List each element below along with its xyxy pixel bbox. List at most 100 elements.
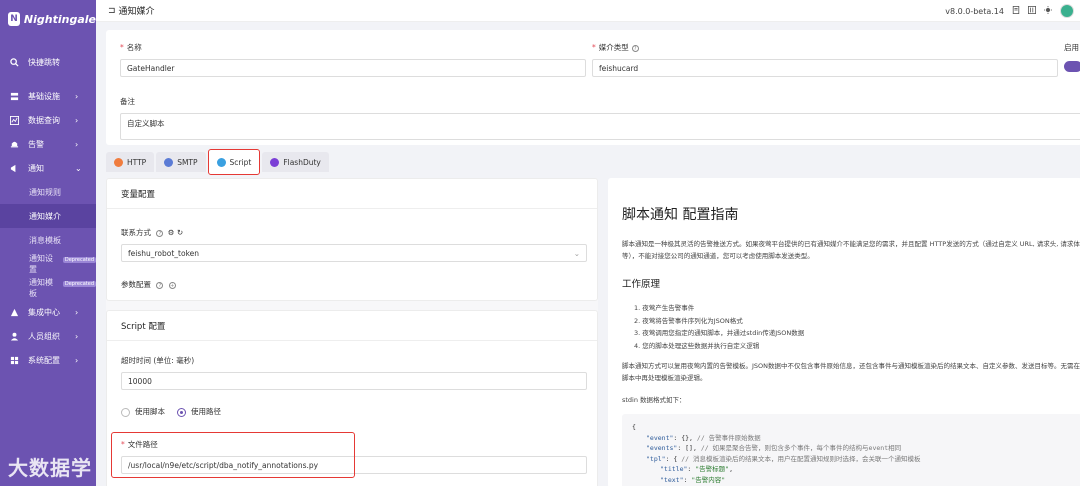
chevron-right-icon: › (75, 139, 79, 149)
sidebar-item-label: 通知媒介 (29, 211, 61, 221)
section-title: Script 配置 (107, 311, 597, 341)
sidebar-subitem-notify-templates[interactable]: 通知模板 Deprecated (0, 276, 96, 300)
contact-label: 联系方式 ? ⚙ ↻ (121, 228, 184, 237)
guide-title: 脚本通知 配置指南 (622, 207, 739, 223)
chevron-down-icon: ⌄ (573, 248, 580, 258)
sidebar-item-quick-jump[interactable]: 快捷跳转 (0, 50, 96, 74)
plugin-icon (10, 308, 19, 317)
chevron-down-icon: ⌄ (75, 163, 82, 173)
sidebar-item-notify[interactable]: 通知 ⌄ (0, 156, 96, 180)
refresh-icon[interactable]: ↻ (177, 228, 183, 237)
tab-label: Script (229, 157, 252, 167)
language-icon[interactable] (1028, 6, 1036, 16)
radio-circle (177, 407, 186, 417)
help-icon[interactable]: ? (631, 45, 639, 52)
app-name: Nightingale (23, 12, 96, 26)
enable-toggle[interactable] (1064, 61, 1080, 72)
sidebar-subitem-message-templates[interactable]: 消息模板 (0, 228, 96, 252)
timeout-label: 超时时间 (单位: 毫秒) (121, 356, 195, 365)
sidebar-item-label: 告警 (28, 139, 44, 149)
enable-label: 启用 (1064, 43, 1079, 52)
guide-paragraph: 脚本通知方式可以复用夜莺内置的告警模板。JSON数据中不仅包含事件原始信息，还包… (622, 362, 1080, 382)
tab-script[interactable]: Script (207, 149, 261, 175)
chevron-right-icon: › (75, 307, 79, 317)
guide-intro: 脚本通知是一种极其灵活的告警推送方式。如果夜莺平台提供的已有通知媒介不能满足您的… (622, 240, 1080, 260)
main-content: * 名称 GateHandler * 媒介类型? feishucard 启用 备注 … (96, 22, 1080, 486)
watermark: 大数据学习 (8, 456, 92, 486)
contact-select[interactable]: feishu_robot_token ⌄ (121, 244, 587, 262)
app-logo[interactable]: N Nightingale (0, 0, 96, 38)
chart-icon (10, 115, 19, 125)
tab-label: SMTP (177, 157, 198, 167)
sidebar-subitem-notify-media[interactable]: 通知媒介 (0, 204, 96, 228)
sidebar-item-label: 通知 (28, 163, 44, 173)
tab-smtp[interactable]: SMTP (156, 152, 206, 172)
page-title: ⊐ 通知媒介 (108, 4, 155, 18)
back-icon[interactable]: ⊐ (108, 6, 116, 16)
smtp-icon (164, 157, 174, 167)
script-icon (216, 157, 226, 167)
help-icon[interactable]: ? (156, 230, 164, 237)
sidebar-item-data-query[interactable]: 数据查询 › (0, 108, 96, 132)
sidebar-item-label: 人员组织 (28, 331, 60, 341)
mode-radio-group: 使用脚本 使用路径 (121, 406, 221, 417)
logo-mark-icon: N (8, 12, 20, 26)
sidebar-item-label: 快捷跳转 (28, 57, 60, 67)
sidebar-subitem-notify-rules[interactable]: 通知规则 (0, 180, 96, 204)
flashduty-icon (270, 157, 280, 167)
theme-icon[interactable] (1044, 6, 1052, 16)
sidebar-subitem-notify-settings[interactable]: 通知设置 Deprecated (0, 252, 96, 276)
note-label: 备注 (120, 97, 135, 106)
sidebar-item-people[interactable]: 人员组织 › (0, 324, 96, 348)
tab-http[interactable]: HTTP (106, 152, 155, 172)
settings-icon (10, 356, 19, 365)
search-icon (10, 57, 19, 67)
note-textarea[interactable]: 自定义脚本 (120, 113, 1080, 140)
list-item: 3. 夜莺调用您指定的通知脚本，并通过stdin传递JSON数据 (634, 329, 805, 337)
bell-icon (10, 140, 19, 149)
page-title-text: 通知媒介 (118, 7, 155, 17)
radio-use-path[interactable]: 使用路径 (177, 406, 221, 417)
media-type-tabs: HTTP SMTP Script FlashDuty (106, 149, 329, 175)
sidebar-item-infrastructure[interactable]: 基础设施 › (0, 84, 96, 108)
tab-label: FlashDuty (283, 157, 321, 167)
sidebar-nav: 快捷跳转 基础设施 › 数据查询 › 告警 › 通知 ⌄ 通知规则 通知媒介 消… (0, 50, 96, 372)
help-icon[interactable]: ? (156, 282, 164, 289)
sidebar-item-label: 消息模板 (29, 235, 61, 245)
sidebar-item-alert[interactable]: 告警 › (0, 132, 96, 156)
chevron-right-icon: › (75, 115, 79, 125)
add-param-icon[interactable]: + (168, 282, 176, 289)
stdin-label: stdin 数据格式如下： (622, 396, 686, 404)
sidebar-item-label: 集成中心 (28, 307, 60, 317)
media-type-label: * 媒介类型? (592, 42, 1058, 53)
tab-flashduty[interactable]: FlashDuty (262, 152, 329, 172)
guide-steps: 1. 夜莺产生告警事件 2. 夜莺将告警事件序列化为JSON格式 3. 夜莺调用… (622, 302, 1080, 352)
megaphone-icon (10, 164, 19, 173)
gear-icon[interactable]: ⚙ (168, 228, 175, 237)
chevron-right-icon: › (75, 355, 79, 365)
sidebar-item-system[interactable]: 系统配置 › (0, 348, 96, 372)
sidebar-item-label: 数据查询 (28, 115, 60, 125)
deprecated-badge: Deprecated (62, 257, 96, 263)
param-label: 参数配置 ? + (121, 280, 176, 289)
timeout-input[interactable]: 10000 (121, 372, 587, 390)
radio-use-script[interactable]: 使用脚本 (121, 406, 165, 417)
list-item: 2. 夜莺将告警事件序列化为JSON格式 (634, 316, 743, 325)
section-title: 变量配置 (107, 179, 597, 209)
sidebar-item-label: 系统配置 (28, 355, 60, 365)
sidebar-item-integration[interactable]: 集成中心 › (0, 300, 96, 324)
guide-subtitle: 工作原理 (622, 279, 661, 290)
name-label: * 名称 (120, 43, 142, 52)
avatar[interactable] (1060, 4, 1074, 18)
server-icon (10, 92, 19, 101)
chevron-right-icon: › (75, 91, 79, 101)
code-block: { "event": {}, // 告警事件原始数据 "events": [],… (622, 414, 1080, 486)
docs-icon[interactable] (1012, 6, 1020, 16)
chevron-right-icon: › (75, 331, 79, 341)
highlight-box (111, 432, 355, 478)
sidebar-item-label: 通知设置 (29, 254, 53, 274)
name-input[interactable]: GateHandler (120, 59, 586, 77)
media-type-input[interactable]: feishucard (592, 59, 1058, 77)
top-bar: ⊐ 通知媒介 v8.0.0-beta.14 (96, 0, 1080, 22)
top-right-tools: v8.0.0-beta.14 (945, 4, 1074, 18)
